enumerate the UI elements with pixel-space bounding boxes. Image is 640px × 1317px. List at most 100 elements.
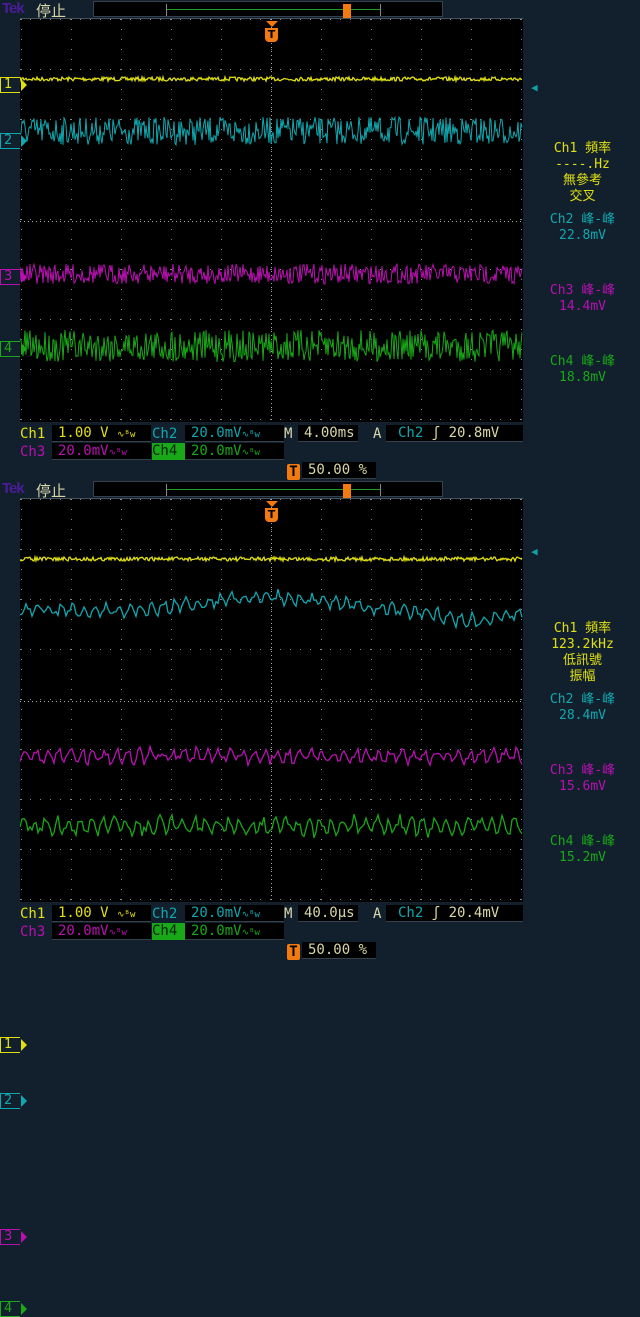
- ch2-marker[interactable]: 2: [0, 133, 27, 149]
- grid-dot: [171, 819, 172, 820]
- tek-logo: Tek: [2, 0, 25, 17]
- ch2-scale[interactable]: 20.0mV∿ᴮw: [185, 425, 284, 442]
- center-axis-dot: [520, 701, 521, 702]
- ch4-label-selected[interactable]: Ch4: [152, 923, 185, 940]
- grid-dot: [240, 849, 241, 850]
- grid-dot: [421, 169, 422, 170]
- ch3-scale[interactable]: 20.0mV∿ᴮw: [52, 443, 151, 460]
- center-axis-dot: [248, 701, 249, 702]
- grid-dot: [121, 539, 122, 540]
- ch1-marker[interactable]: 1: [0, 1037, 27, 1053]
- ch1-scale[interactable]: 1.00 V ∿ᴮw: [52, 425, 151, 442]
- grid-dot: [271, 849, 272, 850]
- ch2-label[interactable]: Ch2: [152, 906, 177, 922]
- grid-dot: [21, 789, 22, 790]
- ch1-label[interactable]: Ch1: [20, 426, 45, 442]
- trigger-level-arrow-icon[interactable]: ◀: [531, 81, 538, 94]
- ch2-label[interactable]: Ch2: [152, 426, 177, 442]
- timebase-value[interactable]: 4.00ms: [298, 425, 358, 442]
- center-axis-dot: [364, 701, 365, 702]
- grid-dot: [290, 549, 291, 550]
- trigger-position-marker[interactable]: T: [265, 21, 278, 42]
- grid-dot: [421, 599, 422, 600]
- ch4-scale[interactable]: 20.0mV∿ᴮw: [185, 923, 284, 940]
- trigger-readout[interactable]: Ch2 ʃ 20.8mV: [386, 425, 523, 442]
- center-axis-dot: [271, 151, 272, 152]
- grid-dot: [71, 769, 72, 770]
- trigger-readout[interactable]: Ch2 ʃ 20.4mV: [386, 905, 523, 922]
- grid-dot: [410, 649, 411, 650]
- grid-dot: [410, 599, 411, 600]
- grid-dot: [421, 799, 422, 800]
- grid-dot: [221, 849, 222, 850]
- grid-dot: [521, 379, 522, 380]
- ch3-marker[interactable]: 3: [0, 269, 27, 285]
- grid-dot: [190, 19, 191, 20]
- grid-dot: [521, 199, 522, 200]
- ch2-scale-value: 20.0mV: [191, 905, 242, 921]
- ch1-label[interactable]: Ch1: [20, 906, 45, 922]
- grid-dot: [221, 249, 222, 250]
- grid-dot: [330, 699, 331, 700]
- grid-dot: [471, 619, 472, 620]
- grid-dot: [280, 219, 281, 220]
- trigger-level-arrow-icon[interactable]: ◀: [531, 545, 538, 558]
- grid-dot: [360, 219, 361, 220]
- grid-dot: [321, 389, 322, 390]
- grid-dot: [80, 269, 81, 270]
- grid-dot: [30, 69, 31, 70]
- grid-dot: [240, 19, 241, 20]
- ch2-marker[interactable]: 2: [0, 1093, 27, 1109]
- grid-dot: [230, 849, 231, 850]
- grid-dot: [380, 269, 381, 270]
- grid-dot: [260, 119, 261, 120]
- grid-dot: [300, 69, 301, 70]
- grid-dot: [21, 309, 22, 310]
- grid-dot: [171, 39, 172, 40]
- grid-dot: [90, 849, 91, 850]
- timebase-value[interactable]: 40.0µs: [298, 905, 358, 922]
- grid-dot: [121, 629, 122, 630]
- ch3-scale[interactable]: 20.0mV∿ᴮw: [52, 923, 151, 940]
- center-axis-dot: [271, 419, 272, 420]
- grid-dot: [510, 599, 511, 600]
- grid-dot: [21, 189, 22, 190]
- grid-dot: [390, 649, 391, 650]
- grid-dot: [60, 369, 61, 370]
- grid-dot: [221, 679, 222, 680]
- grid-dot: [421, 739, 422, 740]
- ch2-scale[interactable]: 20.0mV∿ᴮw: [185, 905, 284, 922]
- ch4-marker[interactable]: 4: [0, 1301, 27, 1317]
- grid-dot: [471, 509, 472, 510]
- grid-dot: [510, 319, 511, 320]
- ch1-marker[interactable]: 1: [0, 77, 27, 93]
- grid-dot: [60, 169, 61, 170]
- grid-dot: [150, 319, 151, 320]
- grid-dot: [510, 499, 511, 500]
- ch4-label-selected[interactable]: Ch4: [152, 443, 185, 460]
- ch3-label[interactable]: Ch3: [20, 444, 45, 460]
- center-axis-dot: [92, 221, 93, 222]
- ch3-scale-value: 20.0mV: [58, 443, 109, 459]
- ch4-scale[interactable]: 20.0mV∿ᴮw: [185, 443, 284, 460]
- ch4-marker[interactable]: 4: [0, 341, 27, 357]
- center-axis-dot: [88, 701, 89, 702]
- grid-dot: [471, 369, 472, 370]
- ch4-waveform: [20, 812, 523, 839]
- grid-dot: [421, 899, 422, 900]
- ch3-label[interactable]: Ch3: [20, 924, 45, 940]
- grid-dot: [271, 689, 272, 690]
- grid-dot: [350, 499, 351, 500]
- trigger-position-value[interactable]: 50.00 %: [302, 942, 376, 959]
- ch1-scale[interactable]: 1.00 V ∿ᴮw: [52, 905, 151, 922]
- trigger-position-marker[interactable]: T: [265, 501, 278, 522]
- grid-dot: [521, 869, 522, 870]
- grid-dot: [321, 309, 322, 310]
- measurement-title: Ch3 峰-峰: [549, 283, 616, 298]
- trigger-position-value[interactable]: 50.00 %: [302, 462, 376, 479]
- grid-dot: [350, 799, 351, 800]
- ch3-marker[interactable]: 3: [0, 1229, 27, 1245]
- grid-dot: [421, 829, 422, 830]
- center-axis-dot: [356, 221, 357, 222]
- grid-dot: [471, 499, 472, 500]
